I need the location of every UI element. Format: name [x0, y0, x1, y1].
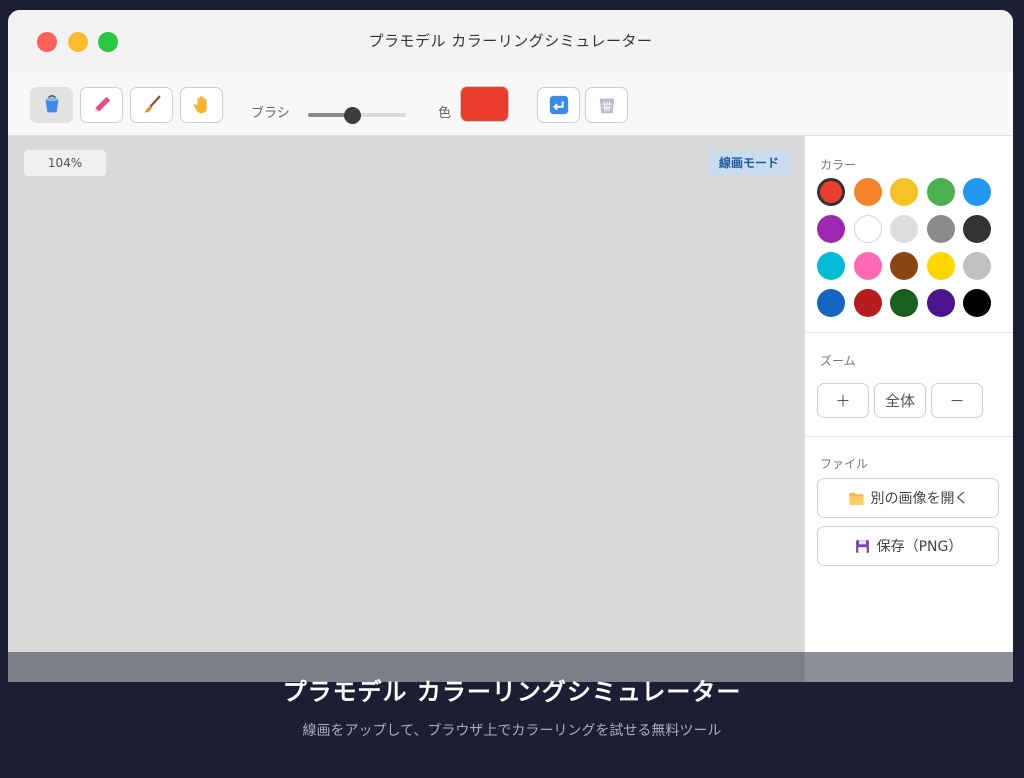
palette-color-swatch[interactable]	[963, 252, 991, 280]
floppy-disk-icon	[855, 539, 869, 553]
palette-color-swatch[interactable]	[926, 289, 955, 317]
palette-color-swatch[interactable]	[890, 178, 918, 206]
palette-color-swatch[interactable]	[817, 178, 845, 206]
slider-knob[interactable]	[344, 107, 361, 124]
clear-button[interactable]	[585, 87, 628, 123]
zoom-level-badge: 104%	[24, 150, 106, 176]
undo-icon	[549, 95, 568, 115]
open-image-button[interactable]: 別の画像を開く	[817, 478, 999, 518]
palette-color-swatch[interactable]	[926, 215, 955, 243]
palette-color-swatch[interactable]	[853, 215, 882, 243]
hero-subtitle: 線画をアップして、ブラウザ上でカラーリングを試せる無料ツール	[302, 723, 722, 739]
mode-badge: 線画モード	[708, 150, 790, 176]
palette-color-swatch[interactable]	[963, 289, 991, 317]
color-section-title: カラー	[820, 158, 857, 172]
zoom-out-button[interactable]: －	[931, 383, 983, 418]
hand-tool-button[interactable]	[180, 87, 223, 123]
palette-color-swatch[interactable]	[890, 252, 918, 280]
palette-color-swatch[interactable]	[963, 178, 991, 206]
bucket-tool-button[interactable]	[30, 87, 73, 123]
zoom-in-button[interactable]: ＋	[817, 383, 869, 418]
folder-icon	[848, 492, 864, 505]
toolbar: ブラシ 色	[8, 72, 1013, 136]
pen-tool-button[interactable]	[80, 87, 123, 123]
trash-icon	[599, 98, 614, 114]
brush-tool-button[interactable]	[130, 87, 173, 123]
brush-icon	[144, 95, 160, 113]
undo-button[interactable]	[537, 87, 580, 123]
file-section-title: ファイル	[820, 457, 869, 471]
drawing-canvas[interactable]: 104% 線画モード	[8, 136, 804, 682]
palette-color-swatch[interactable]	[817, 252, 845, 280]
palette-color-swatch[interactable]	[817, 215, 845, 243]
hero-title: プラモデル カラーリングシミュレーター	[282, 678, 742, 706]
brush-size-slider[interactable]	[308, 107, 406, 124]
save-png-button[interactable]: 保存（PNG）	[817, 526, 999, 566]
hand-icon	[193, 96, 207, 114]
window-title: プラモデル カラーリングシミュレーター	[368, 32, 653, 50]
palette-color-swatch[interactable]	[853, 289, 882, 317]
bucket-icon	[45, 95, 58, 113]
palette-color-swatch[interactable]	[890, 215, 918, 243]
app-window: プラモデル カラーリングシミュレーター ブラシ 色 104% 線画モード カラー…	[8, 10, 1013, 682]
section-divider	[805, 436, 1013, 437]
brush-size-label: ブラシ	[251, 106, 290, 121]
palette-color-swatch[interactable]	[853, 178, 882, 206]
zoom-section-title: ズーム	[820, 354, 856, 368]
open-image-label: 別の画像を開く	[870, 491, 969, 507]
title-bar: プラモデル カラーリングシミュレーター	[8, 10, 1013, 72]
color-label: 色	[438, 106, 452, 121]
palette-color-swatch[interactable]	[890, 289, 918, 317]
pen-icon	[95, 96, 110, 112]
palette-color-swatch[interactable]	[853, 252, 882, 280]
zoom-fit-button[interactable]: 全体	[874, 383, 926, 418]
palette-color-swatch[interactable]	[926, 252, 955, 280]
palette-color-swatch[interactable]	[817, 289, 845, 317]
palette-color-swatch[interactable]	[963, 215, 991, 243]
save-png-label: 保存（PNG）	[876, 539, 963, 555]
side-panel: カラー ズーム ＋ 全体 － ファイル 別の画像を開く 保存（PNG）	[804, 136, 1013, 682]
current-color-swatch[interactable]	[460, 86, 509, 122]
palette-color-swatch[interactable]	[926, 178, 955, 206]
section-divider	[805, 332, 1013, 333]
